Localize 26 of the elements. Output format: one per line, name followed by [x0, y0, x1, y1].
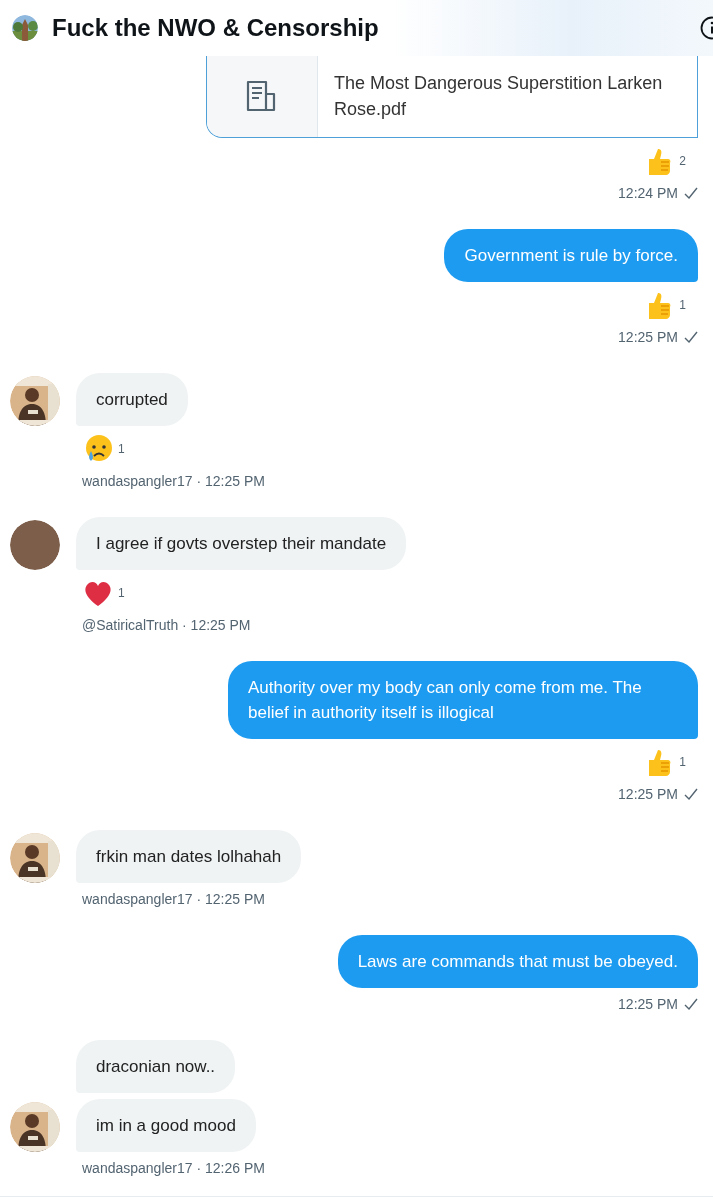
timestamp: 12:25 PM [618, 785, 678, 804]
message-bubble[interactable]: im in a good mood [76, 1099, 256, 1152]
avatar [10, 833, 60, 883]
reaction-count: 1 [679, 755, 686, 769]
reaction-count: 2 [679, 154, 686, 168]
reaction-count: 1 [118, 586, 125, 600]
message-bubble[interactable]: I agree if govts overstep their mandate [76, 517, 407, 570]
sender-timestamp: @SatiricalTruth · 12:25 PM [82, 616, 251, 635]
avatar [10, 520, 60, 570]
avatar [10, 1102, 60, 1152]
reaction-count: 1 [679, 298, 686, 312]
attachment-card[interactable]: The Most Dangerous Superstition Larken Rose.pdf [206, 56, 698, 138]
avatar [10, 376, 60, 426]
timestamp: 12:24 PM [618, 184, 678, 203]
attachment-title: The Most Dangerous Superstition Larken Rose.pdf [333, 72, 664, 121]
group-avatar[interactable] [12, 15, 38, 41]
timestamp: 12:25 PM [618, 995, 678, 1014]
sender-timestamp: wandaspangler17 · 12:25 PM [82, 890, 265, 909]
sender-timestamp: wandaspangler17 · 12:26 PM [82, 1159, 265, 1178]
sender-timestamp: wandaspangler17 · 12:25 PM [82, 472, 265, 491]
conversation-title: Fuck the NWO & Censorship [52, 14, 380, 42]
reaction-count: 1 [118, 442, 125, 456]
message-bubble[interactable]: draconian now.. [76, 1040, 236, 1093]
message-bubble[interactable]: corrupted [76, 373, 188, 426]
message-bubble[interactable]: frkin man dates lolhahah [76, 830, 302, 883]
timestamp: 12:25 PM [618, 328, 678, 347]
